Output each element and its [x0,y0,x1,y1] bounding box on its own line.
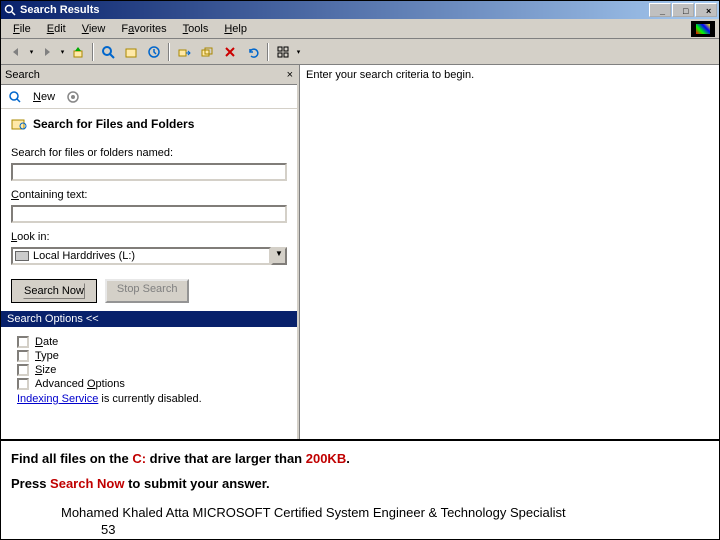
indexing-service-status: is currently disabled. [98,393,201,405]
search-now-button[interactable]: Search Now [11,279,97,303]
checkbox-icon[interactable] [17,378,29,390]
containing-text-input[interactable] [11,205,287,223]
menu-help[interactable]: Help [216,21,255,37]
delete-button[interactable] [219,42,241,62]
close-button[interactable]: × [695,3,717,17]
minimize-button[interactable]: _ [649,3,671,17]
instruction-area: Find all files on the C: drive that are … [1,439,719,497]
back-dropdown[interactable]: ▾ [28,48,35,56]
look-in-combo[interactable]: Local Harddrives (L:) ▼ [11,247,287,265]
search-results-window: Search Results _ □ × File Edit View Favo… [0,0,720,540]
results-panel: Enter your search criteria to begin. [299,65,719,439]
search-form: Search for Files and Folders Search for … [1,109,297,439]
toolbar-separator [168,43,170,61]
views-dropdown[interactable]: ▾ [295,48,302,56]
back-button[interactable] [5,42,27,62]
instruction-line-2: Press Search Now to submit your answer. [11,476,709,491]
indexing-service-row: Indexing Service is currently disabled. [13,391,285,407]
instruction-line-1: Find all files on the C: drive that are … [11,451,709,466]
look-in-dropdown[interactable]: ▼ [271,247,287,265]
forward-button[interactable] [36,42,58,62]
label-containing-text: Containing text: [11,189,287,201]
menu-file[interactable]: File [5,21,39,37]
main-area: Search × New Search for Files and Folder… [1,65,719,439]
label-look-in: Look in: [11,231,287,243]
search-panel-title: Search [5,69,287,81]
look-in-value: Local Harddrives (L:) [33,250,135,262]
history-button[interactable] [143,42,165,62]
move-to-button[interactable] [173,42,195,62]
search-icon [3,3,17,17]
checkbox-type[interactable]: Type [13,349,285,363]
checkbox-icon[interactable] [17,364,29,376]
footer-credit: Mohamed Khaled Atta MICROSOFT Certified … [61,505,689,522]
window-controls: _ □ × [649,3,717,17]
slide-footer: Mohamed Khaled Atta MICROSOFT Certified … [1,497,719,539]
search-panel-header: Search × [1,65,297,85]
search-settings-icon[interactable] [65,89,81,105]
new-search-link[interactable]: New [33,91,55,103]
label-search-name: Search for files or folders named: [11,147,287,159]
form-title-row: Search for Files and Folders [11,117,287,131]
new-search-icon[interactable] [7,89,23,105]
checkbox-advanced[interactable]: Advanced Options [13,377,285,391]
toolbar-separator [92,43,94,61]
toolbar-separator [267,43,269,61]
up-button[interactable] [67,42,89,62]
maximize-button[interactable]: □ [672,3,694,17]
checkbox-size[interactable]: Size [13,363,285,377]
folders-button[interactable] [120,42,142,62]
search-panel-toolbar: New [1,85,297,109]
window-title: Search Results [20,4,649,16]
search-name-input[interactable] [11,163,287,181]
menu-edit[interactable]: Edit [39,21,74,37]
menu-view[interactable]: View [74,21,114,37]
undo-button[interactable] [242,42,264,62]
drive-icon [15,251,29,261]
menu-tools[interactable]: Tools [175,21,217,37]
toolbar: ▾ ▾ ▾ [1,39,719,65]
forward-dropdown[interactable]: ▾ [59,48,66,56]
checkbox-icon[interactable] [17,350,29,362]
menubar: File Edit View Favorites Tools Help [1,19,719,39]
checkbox-date[interactable]: Date [13,335,285,349]
titlebar: Search Results _ □ × [1,1,719,19]
views-button[interactable] [272,42,294,62]
menu-favorites[interactable]: Favorites [113,21,174,37]
copy-to-button[interactable] [196,42,218,62]
search-button[interactable] [97,42,119,62]
checkbox-icon[interactable] [17,336,29,348]
form-title-icon [11,117,29,131]
button-row: Search Now Stop Search [11,279,287,303]
form-title: Search for Files and Folders [33,117,194,131]
close-panel-button[interactable]: × [287,69,293,81]
footer-page-number: 53 [61,522,689,539]
search-options-header[interactable]: Search Options << [1,311,297,327]
stop-search-button: Stop Search [105,279,190,303]
indexing-service-link[interactable]: Indexing Service [17,393,98,405]
search-panel: Search × New Search for Files and Folder… [1,65,299,439]
windows-flag-icon [691,21,715,37]
results-prompt: Enter your search criteria to begin. [306,69,474,81]
search-options-body: Date Type Size Advanced Options Indexing… [11,331,287,411]
